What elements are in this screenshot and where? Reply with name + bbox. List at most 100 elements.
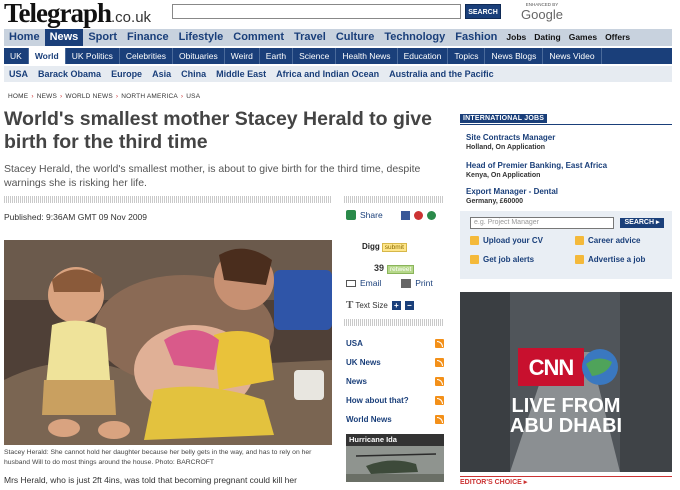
facebook-icon[interactable] [400, 210, 410, 220]
article-headline: World's smallest mother Stacey Herald to… [4, 108, 433, 153]
nav-item-lifestyle[interactable]: Lifestyle [174, 29, 229, 46]
article-photo[interactable] [4, 240, 332, 445]
divider [344, 319, 444, 326]
text-size-row: T Text Size + − [346, 299, 446, 311]
advertise-icon [575, 255, 584, 264]
rss-feed-label[interactable]: World News [346, 415, 392, 424]
rss-icon[interactable] [435, 339, 444, 348]
subnav-item-celebrities[interactable]: Celebrities [120, 48, 173, 64]
job-title[interactable]: Export Manager - Dental [466, 187, 666, 197]
nav-item-dating[interactable]: Dating [530, 29, 564, 46]
editors-choice-header[interactable]: EDITOR'S CHOICE ▸ [460, 476, 672, 486]
rss-feed-label[interactable]: News [346, 377, 367, 386]
region-item-australia-and-the-pacific[interactable]: Australia and the Pacific [384, 66, 499, 82]
upload-cv-label: Upload your CV [483, 236, 544, 245]
rss-feed-row[interactable]: How about that? [346, 391, 444, 410]
job-listing[interactable]: Export Manager - Dental Germany, £60000 [466, 187, 666, 207]
region-item-usa[interactable]: USA [4, 66, 33, 82]
rss-icon[interactable] [435, 396, 444, 405]
nav-item-comment[interactable]: Comment [228, 29, 289, 46]
nav-item-finance[interactable]: Finance [122, 29, 174, 46]
nav-item-fashion[interactable]: Fashion [450, 29, 502, 46]
subnav-item-news-video[interactable]: News Video [543, 48, 602, 64]
job-title[interactable]: Head of Premier Banking, East Africa [466, 161, 666, 171]
main-nav: Home News Sport Finance Lifestyle Comment Trav… [4, 29, 672, 46]
region-item-africa-and-indian-ocean[interactable]: Africa and Indian Ocean [271, 66, 384, 82]
divider [460, 124, 672, 125]
text-size-icon: T [346, 299, 354, 311]
print-link[interactable]: Print [415, 278, 432, 288]
subnav-item-news-blogs[interactable]: News Blogs [485, 48, 544, 64]
subnav-item-world[interactable]: World [28, 48, 66, 64]
nav-item-travel[interactable]: Travel [289, 29, 331, 46]
photo-illustration [4, 240, 332, 445]
nav-item-home[interactable]: Home [4, 29, 45, 46]
subnav-item-obituaries[interactable]: Obituaries [173, 48, 225, 64]
video-thumbnail[interactable]: Hurricane Ida [346, 434, 444, 482]
rss-feed-row[interactable]: UK News [346, 353, 444, 372]
subnav-item-uk-politics[interactable]: UK Politics [66, 48, 120, 64]
rss-feed-label[interactable]: USA [346, 339, 363, 348]
job-title[interactable]: Site Contracts Manager [466, 133, 666, 143]
job-listing[interactable]: Site Contracts Manager Holland, On Appli… [466, 133, 666, 153]
breadcrumb-item[interactable]: WORLD NEWS [65, 93, 113, 100]
nav-item-news[interactable]: News [44, 29, 84, 46]
subnav-item-topics[interactable]: Topics [448, 48, 486, 64]
breadcrumb-item[interactable]: USA [186, 93, 200, 100]
nav-item-games[interactable]: Games [565, 29, 601, 46]
rss-feed-row[interactable]: News [346, 372, 444, 391]
site-search-button[interactable]: SEARCH [465, 4, 501, 19]
rss-icon[interactable] [435, 377, 444, 386]
rss-icon[interactable] [435, 415, 444, 424]
rss-icon[interactable] [435, 358, 444, 367]
career-advice-link[interactable]: Career advice [575, 236, 640, 245]
job-search-input[interactable]: e.g. Project Manager [470, 217, 614, 229]
region-item-china[interactable]: China [176, 66, 211, 82]
stumbleupon-icon[interactable] [426, 210, 436, 220]
video-thumbnail-title: Hurricane Ida [346, 434, 444, 446]
breadcrumb-item[interactable]: NEWS [37, 93, 57, 100]
nav-item-sport[interactable]: Sport [83, 29, 122, 46]
subnav-item-health-news[interactable]: Health News [336, 48, 398, 64]
nav-item-offers[interactable]: Offers [601, 29, 634, 46]
print-icon [401, 278, 412, 288]
rss-feed-row[interactable]: World News [346, 410, 444, 429]
google-badge: ENHANCED BY Google [519, 2, 565, 21]
upload-cv-link[interactable]: Upload your CV [470, 236, 543, 245]
breadcrumb-separator-icon: › [115, 93, 119, 100]
rss-feed-label[interactable]: How about that? [346, 396, 409, 405]
subnav-item-science[interactable]: Science [293, 48, 337, 64]
share-link[interactable]: Share [360, 210, 383, 220]
job-search-button[interactable]: SEARCH ▸ [620, 218, 664, 228]
rss-feed-row[interactable]: USA [346, 334, 444, 353]
subnav-item-weird[interactable]: Weird [225, 48, 260, 64]
subnav-item-earth[interactable]: Earth [260, 48, 294, 64]
share-row: Share [346, 210, 446, 220]
delicious-icon[interactable] [413, 210, 423, 220]
text-size-decrease[interactable]: − [404, 300, 414, 310]
nav-item-jobs[interactable]: Jobs [502, 29, 530, 46]
digg-submit-button[interactable]: submit [381, 243, 407, 252]
nav-item-technology[interactable]: Technology [379, 29, 450, 46]
breadcrumb-item[interactable]: HOME [8, 93, 28, 100]
email-link[interactable]: Email [360, 278, 381, 288]
job-alerts-link[interactable]: Get job alerts [470, 255, 534, 264]
text-size-increase[interactable]: + [391, 300, 401, 310]
region-item-europe[interactable]: Europe [106, 66, 147, 82]
region-item-barack-obama[interactable]: Barack Obama [33, 66, 106, 82]
breadcrumb-item[interactable]: NORTH AMERICA [121, 93, 178, 100]
nav-item-culture[interactable]: Culture [331, 29, 380, 46]
job-listing[interactable]: Head of Premier Banking, East Africa Ken… [466, 161, 666, 181]
cnn-logo: CNN [528, 355, 575, 380]
telegraph-logo[interactable]: Telegraph.co.uk [4, 0, 151, 32]
region-item-middle-east[interactable]: Middle East [211, 66, 271, 82]
rss-feed-label[interactable]: UK News [346, 358, 381, 367]
region-item-asia[interactable]: Asia [147, 66, 176, 82]
advertise-job-link[interactable]: Advertise a job [575, 255, 645, 264]
breadcrumb: HOME › NEWS › WORLD NEWS › NORTH AMERICA › USA [8, 93, 200, 100]
subnav-item-education[interactable]: Education [398, 48, 449, 64]
subnav-item-uk[interactable]: UK [4, 48, 29, 64]
retweet-button[interactable]: retweet [387, 265, 415, 274]
site-search-input[interactable] [172, 4, 461, 19]
advice-icon [575, 236, 584, 245]
